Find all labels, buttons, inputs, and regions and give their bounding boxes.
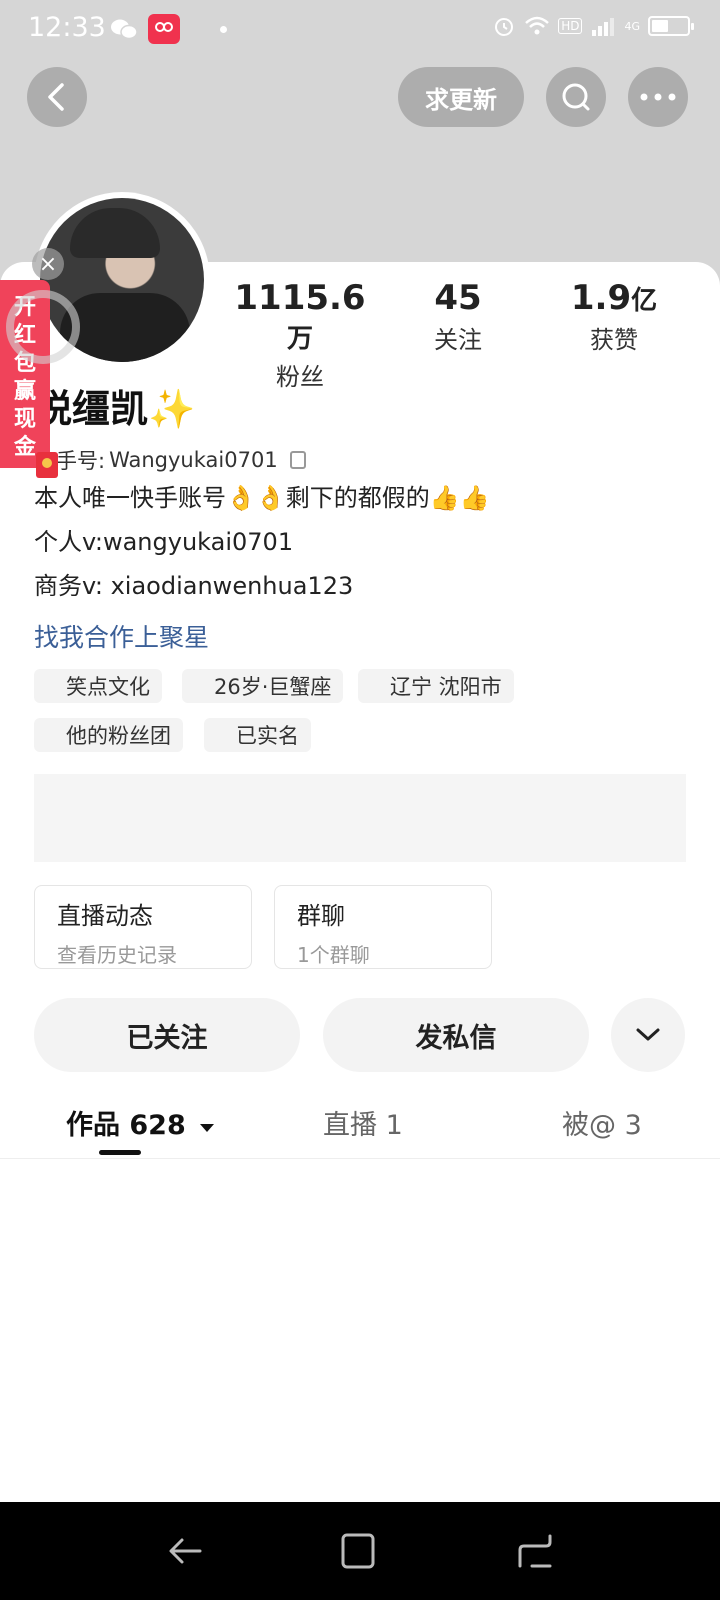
- bio-line-1: 本人唯一快手账号👌👌剩下的都假的👍👍: [34, 484, 490, 512]
- notification-dot: [220, 25, 227, 33]
- stat-likes[interactable]: 1.9亿 获赞: [566, 278, 662, 355]
- red-packet-char: 赢: [13, 379, 36, 404]
- live-history-card[interactable]: 直播动态 查看历史记录: [34, 885, 252, 969]
- followed-button[interactable]: 已关注: [34, 998, 300, 1072]
- chevron-down-icon: [636, 1028, 660, 1041]
- group-chat-subtitle: 1个群聊: [297, 943, 370, 967]
- group-chat-title: 群聊: [297, 902, 345, 930]
- system-nav-bar: [0, 1502, 720, 1600]
- tag-location: 辽宁 沈阳市: [358, 669, 514, 703]
- tag-age-zodiac: 26岁·巨蟹座: [182, 669, 344, 703]
- search-icon: [562, 83, 590, 111]
- more-options-button[interactable]: [628, 67, 688, 127]
- red-packet-progress-ring: [6, 290, 80, 364]
- stat-likes-unit: 亿: [631, 286, 658, 316]
- red-packet-char: 金: [13, 435, 36, 460]
- tag-fan-group[interactable]: 他的粉丝团: [34, 718, 183, 752]
- battery-icon: [648, 16, 694, 36]
- stat-likes-label: 获赞: [590, 326, 638, 354]
- status-bar: 12:33 HD 4G: [0, 0, 720, 60]
- profile-name-text: 悦缰凯: [34, 387, 149, 431]
- hd-label: HD: [558, 18, 583, 34]
- nav-back-icon[interactable]: [166, 1532, 204, 1570]
- stat-following-value: 45: [434, 278, 482, 318]
- placeholder-block: [34, 774, 686, 862]
- red-packet-char: 现: [13, 407, 36, 432]
- caret-down-icon: [200, 1124, 215, 1132]
- chevron-left-icon: [48, 83, 64, 111]
- stat-fans-value: 1115.6: [234, 278, 366, 318]
- wechat-icon: [110, 18, 138, 40]
- back-button[interactable]: [27, 67, 87, 127]
- live-history-subtitle: 查看历史记录: [57, 943, 177, 967]
- status-time: 12:33: [28, 12, 106, 43]
- close-icon[interactable]: ×: [32, 248, 64, 280]
- nav-recents-icon[interactable]: [516, 1532, 554, 1570]
- tab-works[interactable]: 作品 628: [66, 1103, 215, 1142]
- more-dots-icon: [640, 93, 676, 101]
- wifi-icon: [525, 16, 550, 35]
- live-history-title: 直播动态: [57, 902, 153, 930]
- alarm-icon: [495, 18, 514, 36]
- request-update-button[interactable]: 求更新: [398, 67, 524, 127]
- group-chat-card[interactable]: 群聊 1个群聊: [274, 885, 492, 969]
- cooperation-link[interactable]: 找我合作上聚星: [34, 618, 209, 654]
- stat-fans-unit: 万: [286, 324, 313, 354]
- kuaishou-id-label: 手号:: [56, 449, 106, 473]
- stat-likes-value: 1.9: [570, 278, 632, 318]
- tab-live[interactable]: 直播 1: [323, 1103, 403, 1142]
- stat-following[interactable]: 45 关注: [418, 278, 498, 355]
- tag-company[interactable]: 笑点文化: [34, 669, 162, 703]
- profile-name: 悦缰凯✨: [34, 378, 195, 433]
- bio-line-3: 商务v: xiaodianwenhua123: [34, 572, 354, 600]
- tab-divider: [0, 1158, 720, 1159]
- tag-verified: 已实名: [204, 718, 311, 752]
- bio-line-2: 个人v:wangyukai0701: [34, 528, 294, 556]
- expand-button[interactable]: [611, 998, 685, 1072]
- tab-works-label: 作品 628: [66, 1110, 186, 1141]
- send-message-button[interactable]: 发私信: [323, 998, 589, 1072]
- copy-icon[interactable]: [289, 451, 306, 469]
- app-notification-icon: [148, 14, 180, 44]
- stat-fans-label: 粉丝: [276, 363, 324, 391]
- signal-icon: [592, 18, 615, 36]
- stat-fans[interactable]: 1115.6 万 粉丝: [228, 278, 372, 392]
- kuaishou-id: 手号: Wangyukai0701: [34, 445, 306, 475]
- search-button[interactable]: [546, 67, 606, 127]
- red-envelope-icon: [36, 452, 58, 478]
- tab-mentions[interactable]: 被@ 3: [562, 1103, 642, 1142]
- kuaishou-id-value: Wangyukai0701: [109, 448, 278, 472]
- tab-active-indicator: [99, 1150, 141, 1155]
- nav-home-icon[interactable]: [340, 1532, 376, 1570]
- sparkle-icon: ✨: [148, 387, 196, 431]
- network-label: 4G: [624, 19, 640, 33]
- stat-following-label: 关注: [434, 326, 482, 354]
